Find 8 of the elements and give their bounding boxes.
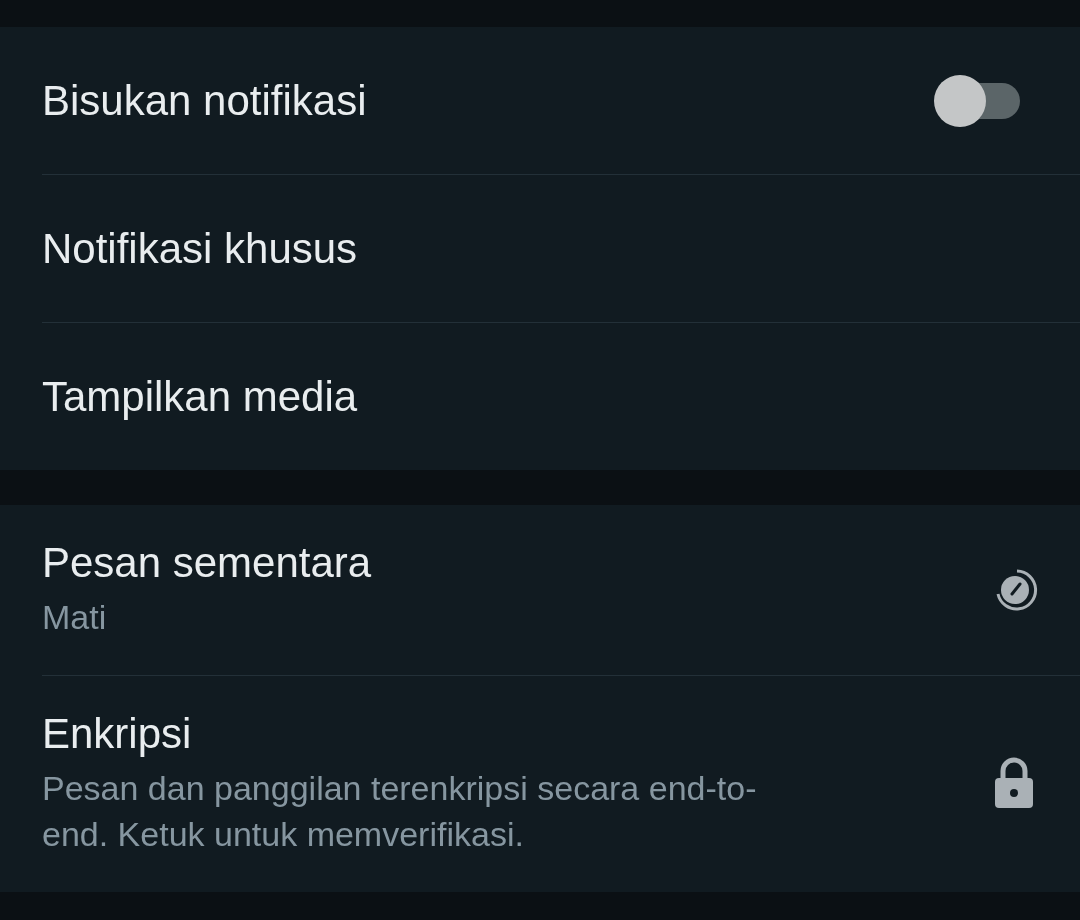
setting-title[interactable]: Bisukan notifikasi: [42, 76, 367, 125]
lock-icon: [992, 756, 1036, 811]
setting-subtitle: Pesan dan panggilan terenkripsi secara end-to-end. Ketuk untuk memverifikasi.: [42, 767, 758, 855]
setting-title[interactable]: Notifikasi khusus: [42, 224, 358, 273]
setting-title[interactable]: Enkripsi: [42, 709, 762, 758]
setting-title[interactable]: Tampilkan media: [42, 372, 358, 421]
setting-subtitle: Mati: [42, 597, 108, 638]
setting-title[interactable]: Pesan sementara: [42, 539, 372, 587]
